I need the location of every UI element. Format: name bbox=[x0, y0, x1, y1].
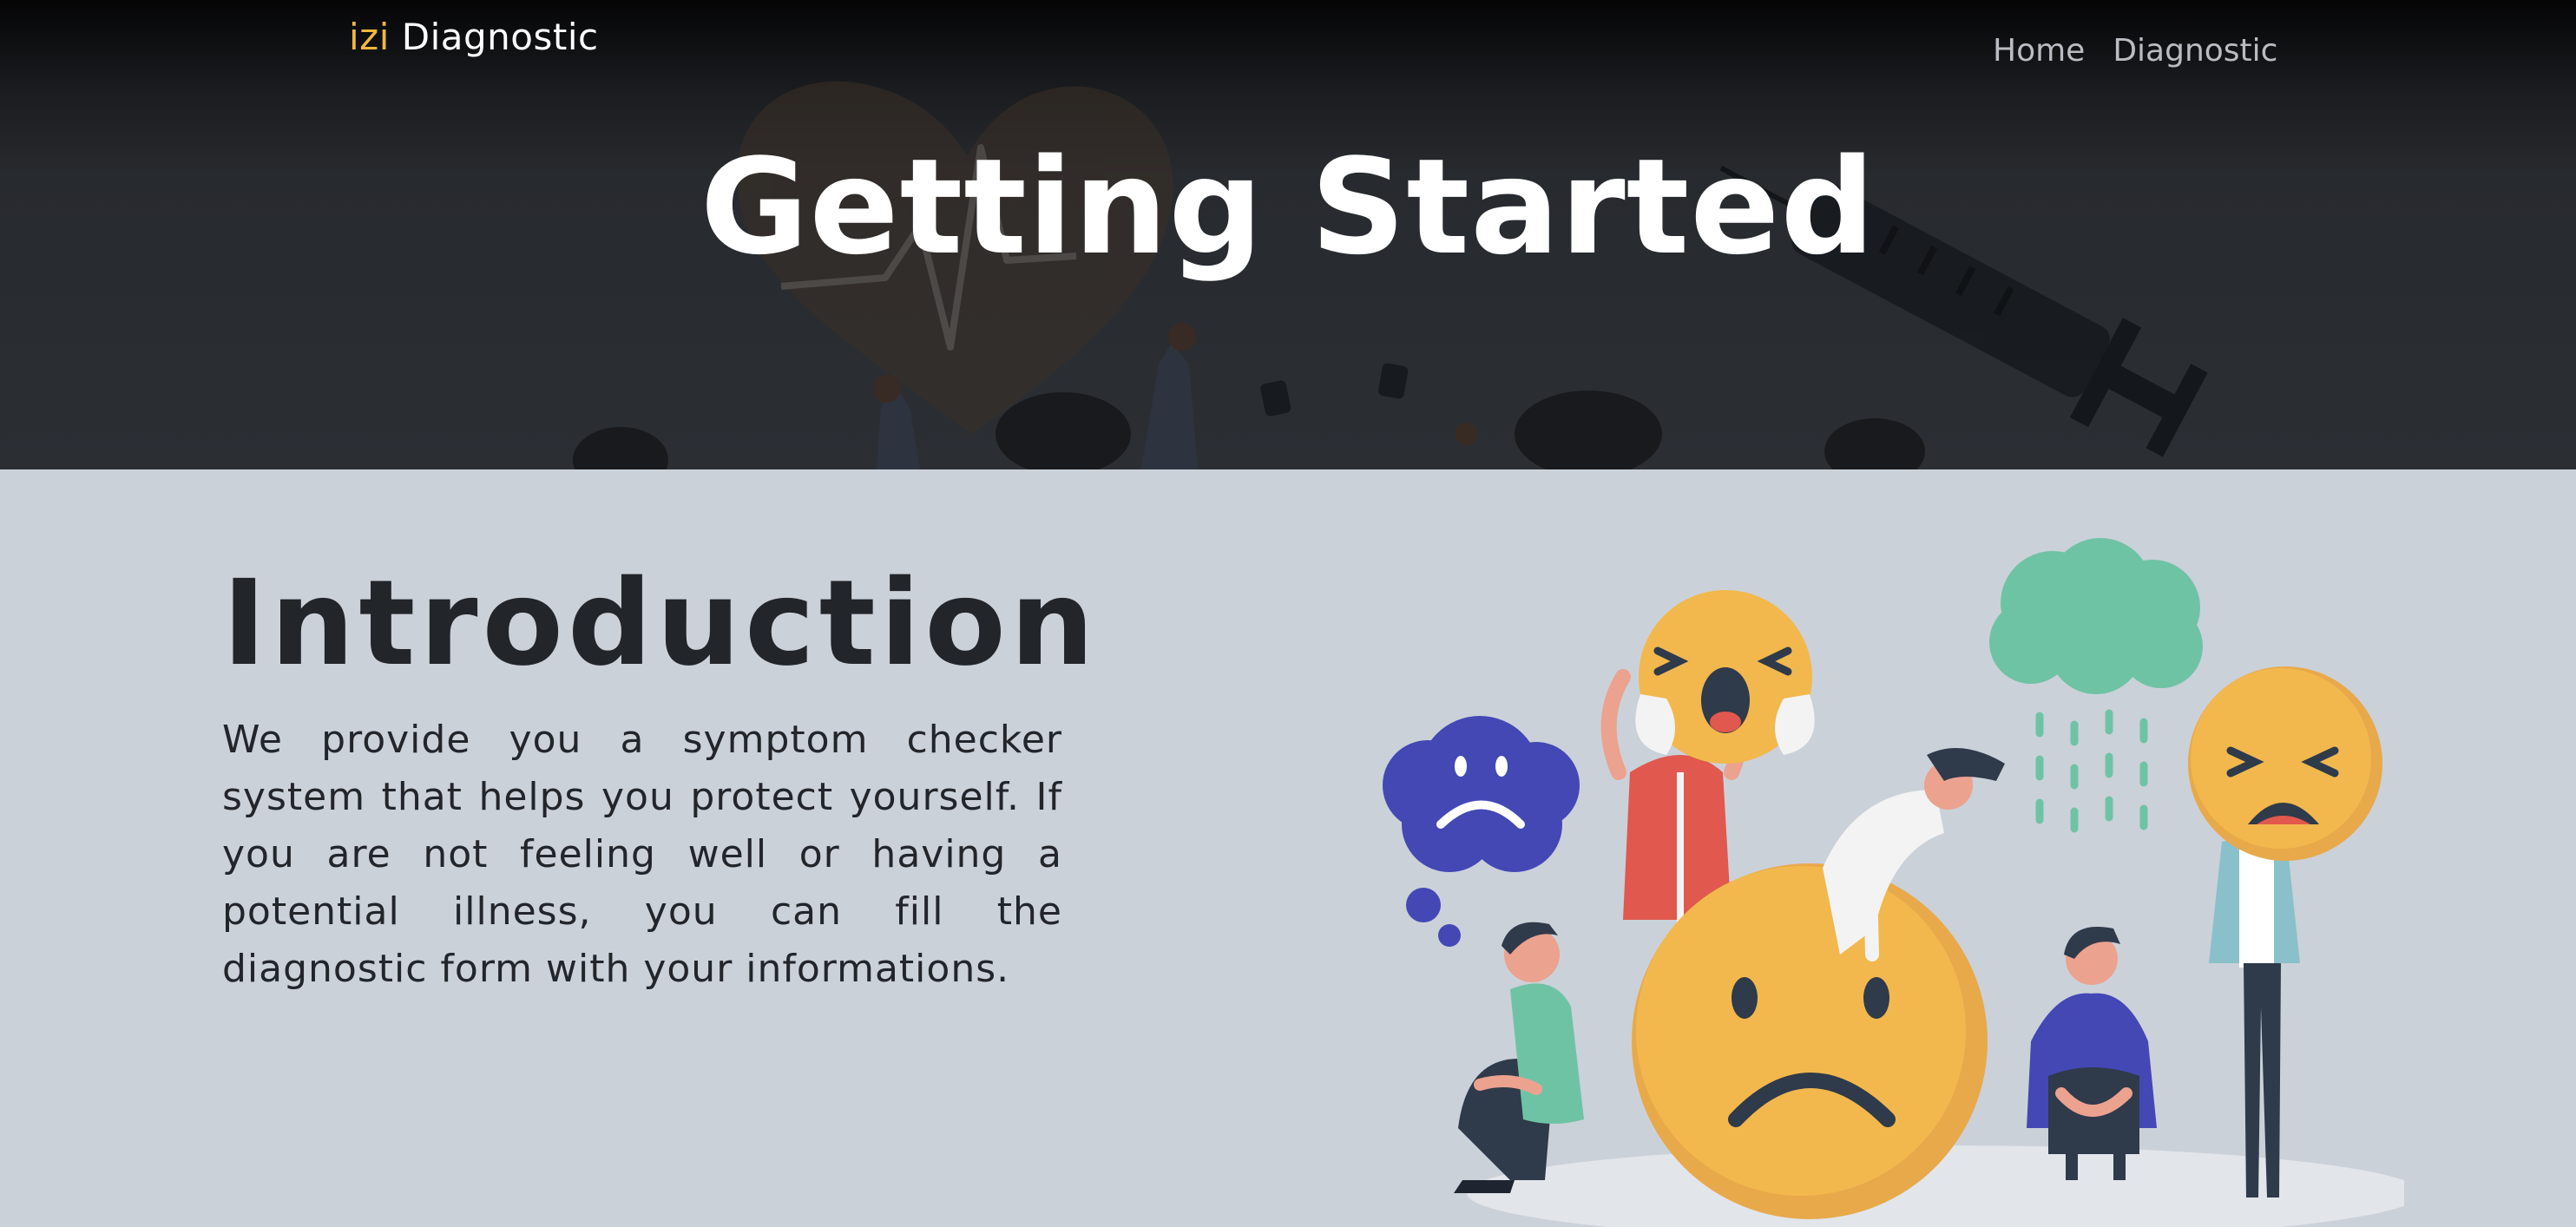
hero-title: Getting Started bbox=[700, 130, 1876, 284]
brand-accent: izi bbox=[349, 16, 390, 58]
nav-link-diagnostic[interactable]: Diagnostic bbox=[2113, 33, 2277, 69]
sad-emoji-icon bbox=[1632, 863, 1988, 1219]
hero-banner: izi Diagnostic Home Diagnostic Getting S… bbox=[0, 0, 2576, 469]
upset-emoji-icon bbox=[2188, 666, 2382, 861]
crouching-person bbox=[2027, 927, 2157, 1180]
rain-cloud-icon bbox=[1989, 538, 2203, 833]
sitting-person-left bbox=[1454, 922, 1584, 1193]
nav-links: Home Diagnostic bbox=[1993, 33, 2277, 69]
intro-title: Introduction bbox=[222, 555, 1099, 692]
brand-name: Diagnostic bbox=[389, 16, 599, 58]
standing-person-upset bbox=[2188, 666, 2382, 1197]
sad-emotions-illustration bbox=[1383, 538, 2404, 1227]
thought-cloud-icon bbox=[1383, 716, 1580, 947]
navbar: izi Diagnostic Home Diagnostic bbox=[0, 0, 2576, 95]
intro-text: We provide you a symptom checker system … bbox=[222, 718, 1062, 991]
nav-link-home[interactable]: Home bbox=[1993, 33, 2085, 69]
brand-logo[interactable]: izi Diagnostic bbox=[349, 16, 599, 58]
crying-emoji-icon bbox=[1635, 590, 1815, 764]
